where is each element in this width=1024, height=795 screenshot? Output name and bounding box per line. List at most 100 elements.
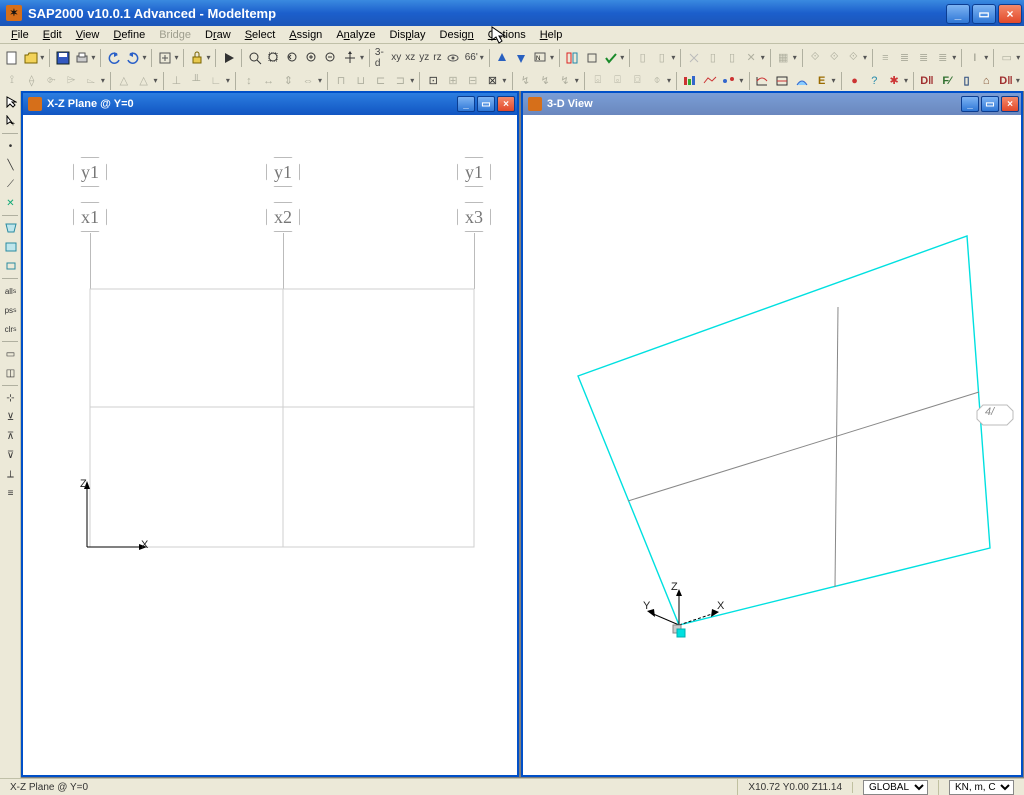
align-a[interactable]: ≡ <box>876 48 895 68</box>
view-xy-label[interactable]: xy <box>389 52 403 63</box>
snap-perp-tool[interactable]: ⟂ <box>1 465 20 483</box>
view-gg-label[interactable]: 66' <box>463 52 480 63</box>
toolbar-drop[interactable]: ▾ <box>153 76 159 85</box>
shrink-button[interactable] <box>582 48 601 68</box>
align-c[interactable]: ≣ <box>914 48 933 68</box>
ps-tool[interactable]: pss <box>1 301 20 319</box>
point-tool[interactable]: • <box>1 137 20 155</box>
toolbar-drop[interactable]: ▾ <box>671 53 677 62</box>
print-button[interactable] <box>72 48 91 68</box>
refresh-button[interactable] <box>155 48 174 68</box>
toolbar-drop[interactable]: ▾ <box>793 53 799 62</box>
r2-x[interactable]: ↯ <box>535 71 555 91</box>
save-button[interactable] <box>53 48 72 68</box>
snap-line-tool[interactable]: ≡ <box>1 484 20 502</box>
check-button[interactable] <box>601 48 620 68</box>
r2-f[interactable]: △ <box>114 71 134 91</box>
show-energy-button[interactable]: E <box>812 71 832 91</box>
undo-button[interactable] <box>104 48 123 68</box>
ibeam-button[interactable]: I <box>965 48 984 68</box>
minimize-button[interactable]: _ <box>946 4 970 24</box>
r2-j[interactable]: ∟ <box>206 71 226 91</box>
canvas-3d[interactable]: Z Y X 4/ <box>525 115 1019 773</box>
window-sel-tool[interactable]: ▭ <box>1 345 20 363</box>
design-alum-button[interactable]: ▯ <box>957 71 977 91</box>
r2-e[interactable]: ⌳ <box>81 71 101 91</box>
r2-l[interactable]: ↔ <box>259 71 279 91</box>
align-b[interactable]: ≣ <box>895 48 914 68</box>
toolbar-drop[interactable]: ▾ <box>620 53 626 62</box>
toolbar-drop[interactable]: ▾ <box>550 53 556 62</box>
rect-tool[interactable] <box>1 238 20 256</box>
r2-h[interactable]: ⊥ <box>167 71 187 91</box>
r2-a[interactable]: ⟟ <box>2 71 22 91</box>
clr-tool[interactable]: clrs <box>1 320 20 338</box>
zoom-window-button[interactable] <box>245 48 264 68</box>
r2-ac[interactable]: ⌽ <box>647 71 667 91</box>
r2-t[interactable]: ⊞ <box>443 71 463 91</box>
tb-a[interactable]: ▯ <box>633 48 652 68</box>
menu-design[interactable]: Design <box>433 29 481 41</box>
menu-display[interactable]: Display <box>382 29 432 41</box>
r2-u[interactable]: ⊟ <box>463 71 483 91</box>
r2-d[interactable]: ⌲ <box>61 71 81 91</box>
up-arrow-button[interactable] <box>493 48 512 68</box>
snap-int-tool[interactable]: ⊽ <box>1 446 20 464</box>
maximize-button[interactable]: ▭ <box>972 4 996 24</box>
show-forces-button[interactable] <box>772 71 792 91</box>
r2-b[interactable]: ⟠ <box>22 71 42 91</box>
r2-ak[interactable]: ✱ <box>884 71 904 91</box>
toolbar-drop[interactable]: ▾ <box>206 53 212 62</box>
r2-g[interactable]: △ <box>134 71 154 91</box>
snap-end-tool[interactable]: ⊼ <box>1 427 20 445</box>
menu-analyze[interactable]: Analyze <box>329 29 382 41</box>
toolbar-drop[interactable]: ▾ <box>904 76 910 85</box>
r2-o[interactable]: ⊓ <box>331 71 351 91</box>
coord-system-select[interactable]: GLOBAL <box>863 780 928 795</box>
child-titlebar-3d[interactable]: 3-D View _ ▭ × <box>523 93 1021 115</box>
units-select[interactable]: KN, m, C <box>949 780 1014 795</box>
child-close-button[interactable]: × <box>497 96 515 112</box>
toolbar-drop[interactable]: ▾ <box>575 76 581 85</box>
canvas-xz[interactable]: y1 y1 y1 x1 x2 x3 Z X <box>25 115 515 773</box>
r2-af[interactable] <box>720 71 740 91</box>
r2-i[interactable]: ╨ <box>186 71 206 91</box>
toolbar-drop[interactable]: ▾ <box>142 53 148 62</box>
ext-c[interactable]: ⟐ <box>844 48 863 68</box>
lock-button[interactable] <box>187 48 206 68</box>
pointer-tool[interactable] <box>1 93 20 111</box>
r2-ai[interactable]: ● <box>845 71 865 91</box>
menu-options[interactable]: Options <box>481 29 533 41</box>
r2-k[interactable]: ↕ <box>239 71 259 91</box>
new-button[interactable] <box>2 48 21 68</box>
menu-edit[interactable]: Edit <box>36 29 69 41</box>
child-titlebar-xz[interactable]: X-Z Plane @ Y=0 _ ▭ × <box>23 93 517 115</box>
menu-view[interactable]: View <box>69 29 107 41</box>
child-max-button[interactable]: ▭ <box>477 96 495 112</box>
toolbar-drop[interactable]: ▾ <box>91 53 97 62</box>
toolbar-drop[interactable]: ▾ <box>40 53 46 62</box>
tb-b[interactable]: ▯ <box>652 48 671 68</box>
toolbar-drop[interactable]: ▾ <box>667 76 673 85</box>
r2-aa[interactable]: ⌻ <box>608 71 628 91</box>
toolbar-drop[interactable]: ▾ <box>761 53 767 62</box>
toolbar-drop[interactable]: ▾ <box>360 53 366 62</box>
show-stress-button[interactable] <box>792 71 812 91</box>
toolbar-drop[interactable]: ▾ <box>739 76 745 85</box>
toolbar-drop[interactable]: ▾ <box>832 76 838 85</box>
r2-v[interactable]: ⊠ <box>483 71 503 91</box>
zoom-in-button[interactable] <box>303 48 322 68</box>
section-button[interactable]: ▭ <box>997 48 1016 68</box>
pointer-add-tool[interactable]: + <box>1 112 20 130</box>
down-arrow-button[interactable] <box>512 48 531 68</box>
r2-m[interactable]: ⇕ <box>279 71 299 91</box>
view-rz-label[interactable]: rz <box>431 52 443 63</box>
show-deformed-button[interactable] <box>752 71 772 91</box>
toolbar-drop[interactable]: ▾ <box>1016 53 1022 62</box>
toolbar-drop[interactable]: ▾ <box>863 53 869 62</box>
menu-assign[interactable]: Assign <box>282 29 329 41</box>
r2-z[interactable]: ⌺ <box>588 71 608 91</box>
named-view-button[interactable]: N <box>531 48 550 68</box>
r2-ab[interactable]: ⌼ <box>627 71 647 91</box>
design-concrete-button[interactable]: F⁄ <box>937 71 957 91</box>
